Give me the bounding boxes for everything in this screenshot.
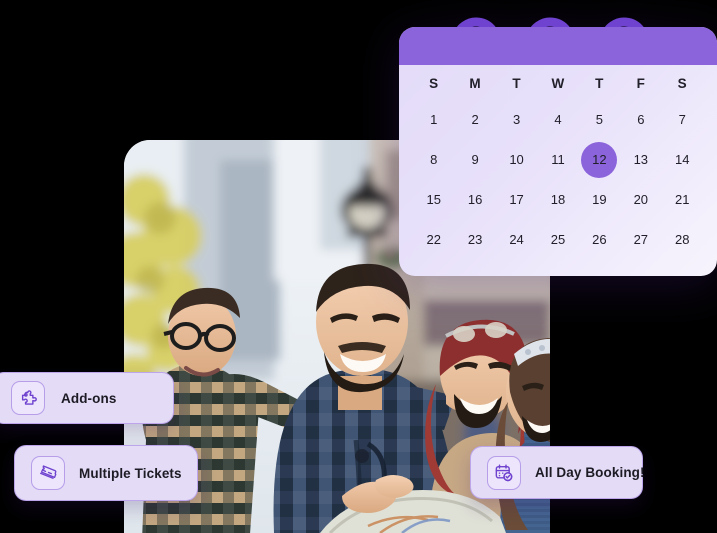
badge-all-day-booking[interactable]: All Day Booking! <box>470 446 645 499</box>
day-cell[interactable]: 18 <box>537 189 578 211</box>
day-number: 4 <box>554 112 562 127</box>
day-cell-selected[interactable]: 12 <box>579 142 620 178</box>
day-cell[interactable]: 19 <box>579 189 620 211</box>
day-number: 8 <box>430 152 438 167</box>
day-cell[interactable]: 27 <box>620 229 661 251</box>
day-number: 26 <box>592 232 607 247</box>
day-cell[interactable]: 24 <box>496 229 537 251</box>
badge-multiple-tickets[interactable]: Multiple Tickets <box>14 445 198 501</box>
day-number: 27 <box>633 232 649 247</box>
day-cell[interactable]: 1 <box>413 109 454 131</box>
day-number: 21 <box>675 192 690 207</box>
day-number: 15 <box>426 192 441 207</box>
day-cell[interactable]: 8 <box>413 149 454 171</box>
weekday-wed: W <box>551 76 565 91</box>
week-row-3: 15 16 17 18 19 20 21 <box>413 189 703 211</box>
calendar-card: S M T W T F S 1 2 3 4 5 6 7 8 9 10 11 12… <box>399 27 717 276</box>
day-number: 20 <box>633 192 649 207</box>
day-number: 22 <box>426 232 441 247</box>
weekday-fri: F <box>636 76 646 91</box>
week-row-4: 22 23 24 25 26 27 28 <box>413 229 703 251</box>
day-cell[interactable]: 5 <box>579 109 620 131</box>
day-cell[interactable]: 9 <box>454 149 495 171</box>
badge-add-ons[interactable]: Add-ons <box>0 372 174 424</box>
day-number: 14 <box>675 152 690 167</box>
day-cell[interactable]: 4 <box>537 109 578 131</box>
day-cell[interactable]: 10 <box>496 149 537 171</box>
day-cell[interactable]: 7 <box>662 109 703 131</box>
day-cell[interactable]: 28 <box>662 229 703 251</box>
day-number: 5 <box>595 112 604 127</box>
booking-calendar[interactable]: S M T W T F S 1 2 3 4 5 6 7 8 9 10 11 12… <box>399 17 717 276</box>
weekday-tue: T <box>512 76 521 91</box>
day-number: 6 <box>637 112 645 127</box>
day-cell[interactable]: 21 <box>662 189 703 211</box>
day-number: 11 <box>551 152 565 167</box>
day-number: 19 <box>592 192 607 207</box>
day-cell[interactable]: 13 <box>620 149 661 171</box>
day-number: 24 <box>509 232 524 247</box>
weekday-sun: S <box>429 76 439 91</box>
day-number: 12 <box>592 152 607 167</box>
day-number: 28 <box>675 232 690 247</box>
day-number: 2 <box>471 112 479 127</box>
calendar-check-icon <box>487 455 521 490</box>
day-number: 18 <box>550 192 566 207</box>
weekday-thu: T <box>595 76 604 91</box>
day-number: 23 <box>467 232 483 247</box>
day-number: 3 <box>512 112 521 127</box>
day-number: 9 <box>471 152 479 167</box>
day-number: 25 <box>550 232 566 247</box>
week-row-1: 1 2 3 4 5 6 7 <box>413 109 703 131</box>
badge-label: Multiple Tickets <box>79 465 182 481</box>
day-cell[interactable]: 15 <box>413 189 454 211</box>
calendar-header-band <box>399 27 717 65</box>
week-row-2: 8 9 10 11 12 13 14 <box>413 142 703 178</box>
weekday-header-row: S M T W T F S <box>413 76 703 91</box>
day-number: 16 <box>467 192 483 207</box>
hero-composition: S M T W T F S 1 2 3 4 5 6 7 8 9 10 11 12… <box>0 0 717 533</box>
day-number: 17 <box>509 192 524 207</box>
day-cell[interactable]: 2 <box>454 109 495 131</box>
day-number: 1 <box>430 112 438 127</box>
day-number: 13 <box>633 152 649 167</box>
weekday-mon: M <box>469 76 481 91</box>
day-cell[interactable]: 22 <box>413 229 454 251</box>
badge-label: All Day Booking! <box>535 465 645 480</box>
day-cell[interactable]: 6 <box>620 109 661 131</box>
day-cell[interactable]: 17 <box>496 189 537 211</box>
day-cell[interactable]: 16 <box>454 189 495 211</box>
day-number: 10 <box>509 152 524 167</box>
weekday-sat: S <box>677 76 687 91</box>
day-cell[interactable]: 25 <box>537 229 578 251</box>
day-cell[interactable]: 11 <box>537 149 578 171</box>
day-cell[interactable]: 14 <box>662 149 703 171</box>
day-cell[interactable]: 3 <box>496 109 537 131</box>
day-cell[interactable]: 26 <box>579 229 620 251</box>
day-cell[interactable]: 23 <box>454 229 495 251</box>
day-number: 7 <box>678 112 686 127</box>
calendar-grid: S M T W T F S 1 2 3 4 5 6 7 8 9 10 11 12… <box>399 76 717 251</box>
tickets-icon <box>31 456 65 490</box>
badge-label: Add-ons <box>61 390 117 406</box>
puzzle-piece-icon <box>11 381 45 415</box>
day-cell[interactable]: 20 <box>620 189 661 211</box>
